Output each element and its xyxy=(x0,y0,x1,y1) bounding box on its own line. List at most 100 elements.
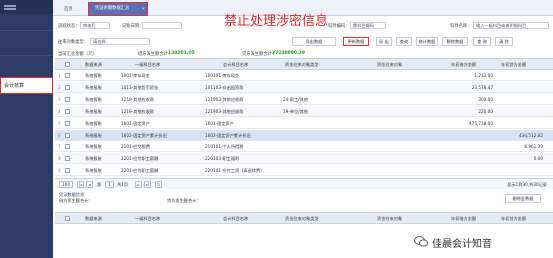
lower-col-open-debit[interactable]: 年初借方金额 xyxy=(451,216,476,222)
export-button[interactable]: 导 出 xyxy=(376,37,392,46)
lower-col-party-type[interactable]: 资金往来对象类型 xyxy=(285,216,319,222)
tab-home[interactable]: 首页 xyxy=(58,4,79,16)
cell-source: 系统报账 xyxy=(85,73,102,78)
lower-col-account[interactable]: 会计科目名称 xyxy=(223,216,248,222)
cell-source: 系统报账 xyxy=(85,84,102,90)
cell-source: 系统报账 xyxy=(85,108,102,114)
tab-label: 凭证余额数据汇总 xyxy=(95,6,130,11)
cell-source: 系统报账 xyxy=(85,132,102,138)
col-level1[interactable]: 一级科目名称 xyxy=(135,62,160,68)
subject-name-input[interactable]: 输入一级科目或者明细科目 xyxy=(473,22,549,29)
sidebar-item-active[interactable]: 会计核算 xyxy=(0,77,53,94)
lower-col-party[interactable]: 资金往来对象 xyxy=(377,216,402,222)
stats-button[interactable]: 统计数据 xyxy=(416,37,438,46)
clear-button[interactable]: 清 除 xyxy=(495,37,513,46)
table-row[interactable]: 4 系统报账 1219-其他应收款 121903-其他应收款 19-单位/其他 220.0… xyxy=(55,105,553,117)
cell-open-debit: 475,738.00 xyxy=(469,120,493,126)
last-page-icon[interactable]: ▸| xyxy=(144,181,151,188)
status-label: 流程状态： xyxy=(58,24,80,29)
summary-title: 当前汇总金额（元） xyxy=(58,52,97,57)
sidebar-divider xyxy=(0,30,53,31)
cell-level1: 1601-固定资产 xyxy=(121,120,150,126)
row-index: 3 xyxy=(58,96,61,102)
update-data-button[interactable]: 更新数据 xyxy=(343,37,369,46)
cell-source: 系统报账 xyxy=(85,96,102,102)
table-row[interactable]: 2 系统报账 1011-其他货币资金 101103-存出投资款 23,578.47 xyxy=(55,81,553,93)
row-checkbox[interactable] xyxy=(65,156,70,162)
table-row[interactable]: 6 系统报账 1602-固定资产累计折旧 1602-固定资产累计折旧 434,512.8… xyxy=(55,129,553,141)
credit-total-value: 27249990.39 xyxy=(272,51,306,56)
sidebar-item-label: 会计核算 xyxy=(4,83,25,89)
lower-col-open-credit[interactable]: 年初贷方金额 xyxy=(501,216,526,222)
menu-icon-line xyxy=(4,8,16,10)
row-checkbox[interactable] xyxy=(65,120,70,126)
col-source[interactable]: 数据来源 xyxy=(85,62,102,68)
cell-account: 121903-其他应收款 xyxy=(205,108,244,114)
first-page-icon[interactable]: |◂ xyxy=(77,181,84,188)
page-number-input[interactable]: 1 xyxy=(105,181,114,188)
row-checkbox[interactable] xyxy=(65,144,70,150)
delete-data-button[interactable]: 删除数据 xyxy=(442,37,468,46)
cell-open-debit: 1,213.00 xyxy=(474,73,493,78)
col-open-debit[interactable]: 年初借方金额 xyxy=(451,62,476,68)
cell-account: 101103-存出投资款 xyxy=(205,84,244,90)
row-checkbox[interactable] xyxy=(65,168,70,174)
cell-source: 系统报账 xyxy=(85,156,102,162)
table-row[interactable]: 1 系统报账 1001-库存现金 100101-库存现金 1,213.00 xyxy=(55,70,553,81)
party-type-select[interactable]: 请选择 xyxy=(90,38,150,45)
row-checkbox[interactable] xyxy=(65,73,70,78)
query-button[interactable]: 查询 xyxy=(396,37,412,46)
lower-col-level1[interactable]: 一级科目名称 xyxy=(135,216,160,222)
next-page-icon[interactable]: ▸ xyxy=(135,181,142,188)
security-watermark: 禁止处理涉密信息 xyxy=(224,14,329,29)
cell-account: 220101-应付工资（离退休费） xyxy=(205,168,265,174)
lower-col-source[interactable]: 数据来源 xyxy=(85,216,102,222)
delete-record-button[interactable]: 删除此数据 xyxy=(505,194,541,203)
export-data-button[interactable]: 导出数据 xyxy=(292,37,336,46)
table-row[interactable]: 7 系统报账 2101-应交税费 210101-个人所得税 8,961.39 xyxy=(55,141,553,153)
cell-open-debit: 220.00 xyxy=(478,108,493,114)
select-all-checkbox[interactable] xyxy=(65,62,70,67)
close-icon[interactable]: ✕ xyxy=(142,3,145,14)
sidebar-header xyxy=(0,0,53,14)
wechat-icon xyxy=(414,236,428,247)
table-row[interactable]: 5 系统报账 1601-固定资产 1601-固定资产 475,738.00 xyxy=(55,118,553,129)
prev-page-icon[interactable]: ◂ xyxy=(86,181,93,188)
subject-name-label: 科目名称： xyxy=(450,24,472,29)
sidebar xyxy=(0,0,53,258)
cell-level1: 2101-应交税费 xyxy=(121,144,150,150)
party-type-label: 往来对象类型： xyxy=(58,40,89,45)
page-size-select[interactable]: 100 xyxy=(59,181,73,188)
cell-account: 100101-库存现金 xyxy=(205,73,240,78)
col-account[interactable]: 会计科目名称 xyxy=(223,62,248,68)
subject-code-input[interactable]: 需科目编码 xyxy=(350,22,386,29)
lower-debit-label: 借方发生额合计： xyxy=(59,198,93,203)
col-party[interactable]: 资金往来对象 xyxy=(377,62,402,68)
table-row[interactable]: 3 系统报账 1219-其他应收款 121903-其他应收款 24-职工/其他 300.0… xyxy=(55,94,553,105)
date-input[interactable] xyxy=(142,22,182,29)
row-checkbox[interactable] xyxy=(65,108,70,114)
row-index: 5 xyxy=(58,120,61,126)
row-checkbox[interactable] xyxy=(65,96,70,102)
status-select[interactable]: 审核后 xyxy=(80,22,110,29)
cell-open-debit: 23,578.47 xyxy=(471,84,493,90)
row-checkbox[interactable] xyxy=(65,84,70,90)
cell-account: 121903-其他应收款 xyxy=(205,96,244,102)
refresh-icon[interactable]: ↻ xyxy=(155,181,162,188)
lower-select-all-checkbox[interactable] xyxy=(65,216,70,221)
tab-voucher-summary[interactable]: 凭证余额数据汇总 ✕ xyxy=(88,2,148,16)
row-checkbox[interactable] xyxy=(65,132,70,138)
menu-icon[interactable] xyxy=(4,5,16,7)
cell-party-type: 24-职工/其他 xyxy=(283,96,309,102)
cell-party-type: 19-单位/其他 xyxy=(283,108,309,114)
table-row[interactable]: 8 系统报账 2201-应付职工薪酬 220103-职工福利 0.00 xyxy=(55,153,553,165)
pagination-bar: 100 |◂ ◂ 第 1 共1页 ▸ ▸| ↻ 显示1到30,共30记录 xyxy=(55,178,553,189)
search-button[interactable]: 查 询 xyxy=(473,37,491,46)
col-party-type[interactable]: 资金往来对象类型 xyxy=(285,62,319,68)
cell-level1: 1602-固定资产累计折旧 xyxy=(121,132,167,138)
cell-level1: 2201-应付职工薪酬 xyxy=(121,156,159,162)
table-row[interactable]: 9 系统报账 2201-应付职工薪酬 220101-应付工资（离退休费） xyxy=(55,165,553,177)
lower-credit-label: 贷方发生额合计： xyxy=(167,198,201,203)
col-open-credit[interactable]: 年初贷方金额 xyxy=(501,62,526,68)
lower-section-header: 凭证数据信息 借方发生额合计： 贷方发生额合计： 删除此数据 xyxy=(55,190,553,204)
